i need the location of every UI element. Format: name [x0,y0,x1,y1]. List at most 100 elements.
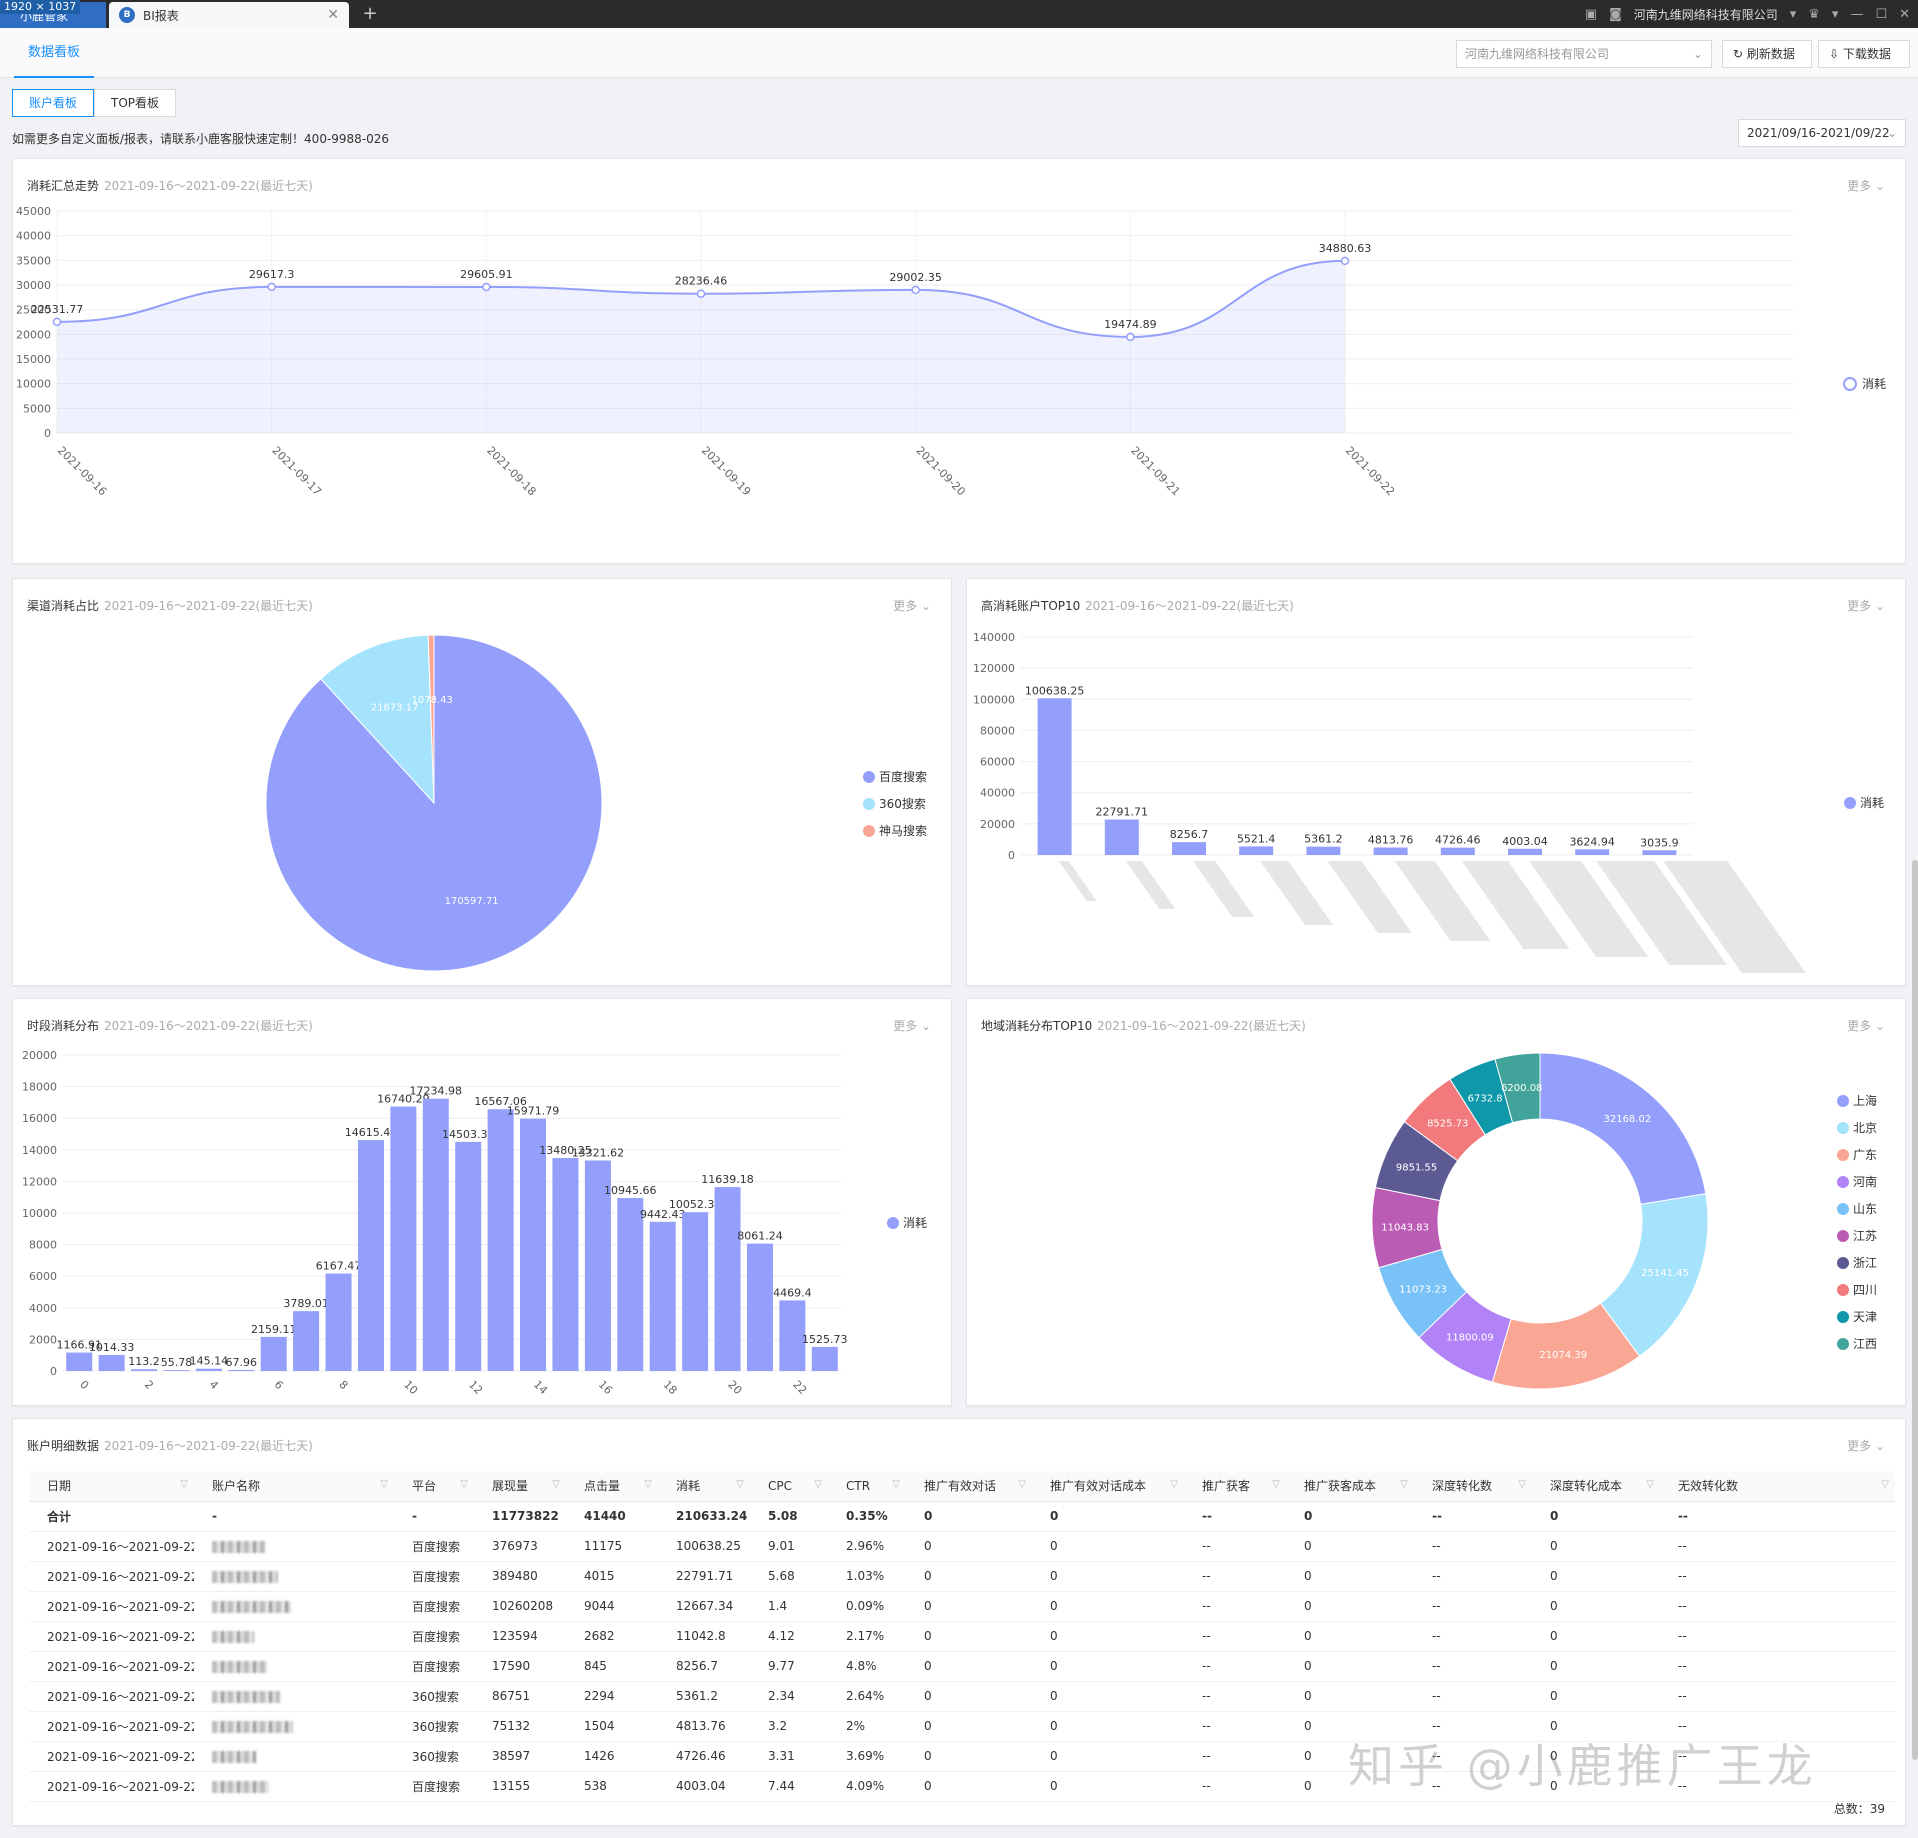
table-cell: 0 [1032,1771,1184,1802]
column-header[interactable]: 消耗 ▽ [658,1471,750,1502]
minimize-menu-icon[interactable]: ▾ [1832,7,1839,22]
filter-icon[interactable]: ▽ [380,1479,388,1490]
close-icon[interactable]: ✕ [327,7,339,23]
column-header[interactable]: CTR ▽ [828,1471,906,1502]
bar [131,1369,158,1371]
table-cell: -- [1660,1561,1895,1592]
filter-icon[interactable]: ▽ [1018,1479,1026,1490]
table-cell: -- [1414,1681,1532,1712]
filter-icon[interactable]: ▽ [1518,1479,1526,1490]
company-select[interactable]: 河南九维网络科技有限公司 ⌄ [1456,40,1712,68]
table-cell: 2021-09-16～2021-09-22 [29,1621,194,1652]
more-menu[interactable]: 更多 ⌄ [1847,1017,1885,1034]
table-cell: -- [1184,1531,1286,1562]
y-tick-label: 100000 [973,693,1015,706]
column-header[interactable]: CPC ▽ [750,1471,828,1502]
bar [552,1158,579,1371]
filter-icon[interactable]: ▽ [1881,1479,1889,1490]
filter-icon[interactable]: ▽ [180,1479,188,1490]
column-header[interactable]: 平台 ▽ [394,1471,474,1502]
minimize-icon[interactable]: — [1850,7,1863,22]
blurred-account-name [212,1570,278,1583]
tab-dashboard[interactable]: 数据看板 [14,28,95,78]
data-label: 29617.3 [249,268,295,281]
column-header[interactable]: 账户名称 ▽ [194,1471,394,1502]
legend-label: 江西 [1853,1337,1877,1351]
window-icon[interactable]: ▣ [1585,7,1597,22]
filter-icon[interactable]: ▽ [736,1479,744,1490]
table-cell: 0 [1032,1591,1184,1622]
filter-icon[interactable]: ▽ [814,1479,822,1490]
column-header[interactable]: 点击量 ▽ [566,1471,658,1502]
filter-icon[interactable]: ▽ [1170,1479,1178,1490]
table-cell: 0 [906,1711,1032,1742]
x-tick-label: 16 [596,1378,615,1397]
bar [746,1243,773,1371]
tab-top-board[interactable]: TOP看板 [94,89,177,117]
table-cell: 538 [566,1771,658,1802]
table-cell: -- [1660,1651,1895,1682]
x-tick-label: 0 [77,1378,91,1392]
filter-icon[interactable]: ▽ [1272,1479,1280,1490]
chevron-down-icon[interactable]: ▾ [1790,7,1797,22]
more-menu[interactable]: 更多 ⌄ [1847,1437,1885,1454]
legend-marker [1837,1203,1849,1215]
bar [1575,849,1610,855]
bar-value-label: 4003.04 [1502,835,1548,848]
column-header-label: 无效转化数 [1678,1479,1739,1494]
column-header[interactable]: 推广获客 ▽ [1184,1471,1286,1502]
column-header[interactable]: 深度转化数 ▽ [1414,1471,1532,1502]
table-cell: - [394,1501,474,1532]
chevron-down-icon: ⌄ [1886,126,1897,140]
blurred-account-name [1058,861,1097,901]
maximize-icon[interactable]: ☐ [1875,7,1887,22]
company-menu[interactable]: 河南九维网络科技有限公司 [1634,6,1778,23]
filter-icon[interactable]: ▽ [1400,1479,1408,1490]
more-menu[interactable]: 更多 ⌄ [1847,177,1885,194]
date-range-picker[interactable]: 2021/09/16-2021/09/22 ⌄ [1738,119,1906,147]
download-button[interactable]: ⇩ 下载数据 [1818,40,1910,68]
table-cell: 0 [906,1561,1032,1592]
column-header[interactable]: 无效转化数 ▽ [1660,1471,1895,1502]
filter-icon[interactable]: ▽ [644,1479,652,1490]
table-cell: 360搜索 [394,1741,474,1772]
filter-icon[interactable]: ▽ [1646,1479,1654,1490]
column-header[interactable]: 推广有效对话成本 ▽ [1032,1471,1184,1502]
table-cell: 9.77 [750,1651,828,1682]
table-cell: 845 [566,1651,658,1682]
refresh-button[interactable]: ↻ 刷新数据 [1722,40,1812,68]
filter-icon[interactable]: ▽ [892,1479,900,1490]
browser-tab-bi[interactable]: B BI报表 ✕ [109,2,349,28]
bar [66,1352,93,1371]
tab-account-board[interactable]: 账户看板 [12,89,95,117]
table-cell: 123594 [474,1621,566,1652]
page-scrollbar[interactable] [1912,860,1918,1760]
column-header[interactable]: 推广获客成本 ▽ [1286,1471,1414,1502]
more-menu[interactable]: 更多 ⌄ [1847,597,1885,614]
close-window-icon[interactable]: ✕ [1899,7,1910,22]
pie-slice [1539,1052,1707,1205]
crown-icon[interactable]: ♛ [1808,7,1820,22]
column-header[interactable]: 展现量 ▽ [474,1471,566,1502]
filter-icon[interactable]: ▽ [460,1479,468,1490]
x-tick-label: 2021-09-20 [914,444,968,498]
new-tab-button[interactable]: + [358,4,382,26]
filter-icon[interactable]: ▽ [552,1479,560,1490]
bar-value-label: 100638.25 [1025,684,1085,697]
table-cell: 0 [906,1741,1032,1772]
table-cell: 0 [1532,1501,1660,1532]
table-cell: 0 [906,1531,1032,1562]
more-label: 更多 [1847,1019,1872,1033]
dimension-badge: 1920 × 1037 [0,0,81,14]
more-label: 更多 [1847,599,1872,613]
column-header[interactable]: 日期 ▽ [29,1471,194,1502]
column-header[interactable]: 深度转化成本 ▽ [1532,1471,1660,1502]
blurred-account-name [1260,861,1334,925]
more-menu[interactable]: 更多 ⌄ [893,1017,931,1034]
table-total-row: 合计 - -11773822 41440 210633.24 5.08 0.35% 0 0 -- 0… [29,1501,1895,1532]
table-cell: 17590 [474,1651,566,1682]
y-tick-label: 60000 [980,756,1015,769]
more-menu[interactable]: 更多 ⌄ [893,597,931,614]
column-header[interactable]: 推广有效对话 ▽ [906,1471,1032,1502]
x-tick-label: 2021-09-22 [1343,444,1397,498]
